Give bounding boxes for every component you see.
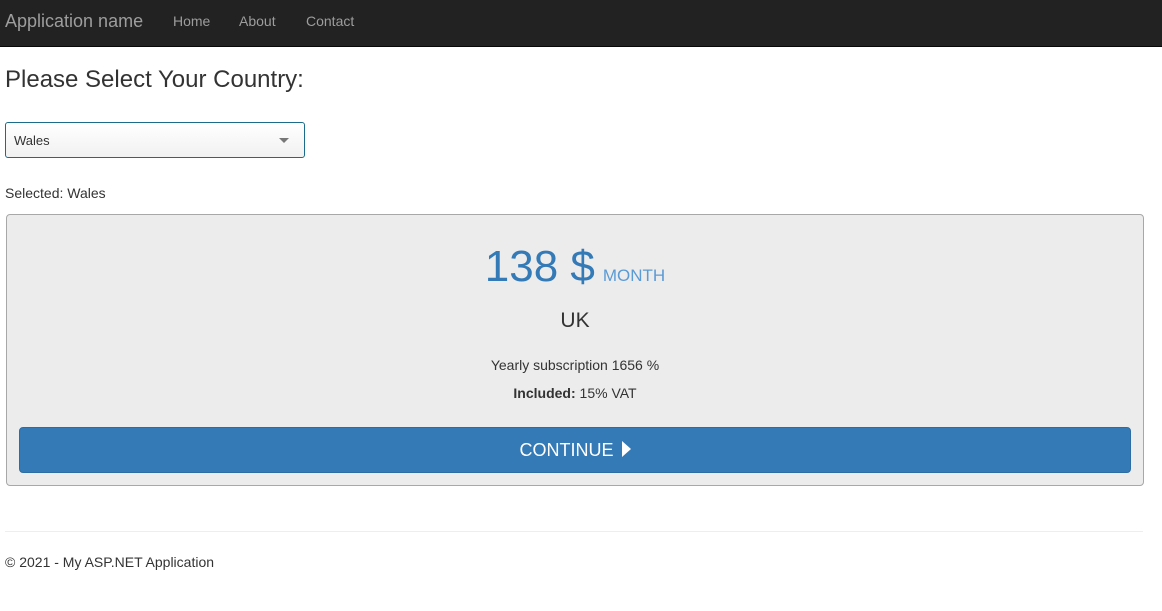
included-info: Included: 15% VAT [7,385,1143,401]
footer-text: © 2021 - My ASP.NET Application [5,554,215,570]
region-name: UK [560,309,590,332]
nav-link-home[interactable]: Home [173,13,210,29]
country-select-value: Wales [14,133,50,148]
play-icon [621,441,631,457]
pricing-panel: 138 $ MONTH UK Yearly subscription 1656 %… [6,214,1144,486]
selected-country-text: Selected: Wales [5,185,106,201]
selected-value: Wales [67,185,106,201]
nav-link-about[interactable]: About [239,13,276,29]
selected-label: Selected: [5,185,64,201]
included-value: 15% VAT [579,385,637,401]
yearly-subscription: Yearly subscription 1656 % [7,357,1143,373]
page-title: Please Select Your Country: [5,66,304,93]
navbar: Application name Home About Contact [0,0,1162,47]
price-row: 138 $ MONTH [7,241,1143,303]
yearly-label: Yearly subscription [490,357,608,373]
yearly-value: 1656 % [611,357,660,373]
footer-divider [5,531,1143,532]
continue-label: CONTINUE [519,440,614,460]
brand-link[interactable]: Application name [5,11,143,31]
price-period: MONTH [602,266,666,285]
chevron-down-icon [279,138,289,143]
price-amount: 138 $ [484,242,595,291]
country-select[interactable]: Wales [5,122,305,158]
continue-button[interactable]: CONTINUE [19,427,1131,473]
nav-link-contact[interactable]: Contact [306,13,354,29]
included-label: Included: [513,385,576,401]
